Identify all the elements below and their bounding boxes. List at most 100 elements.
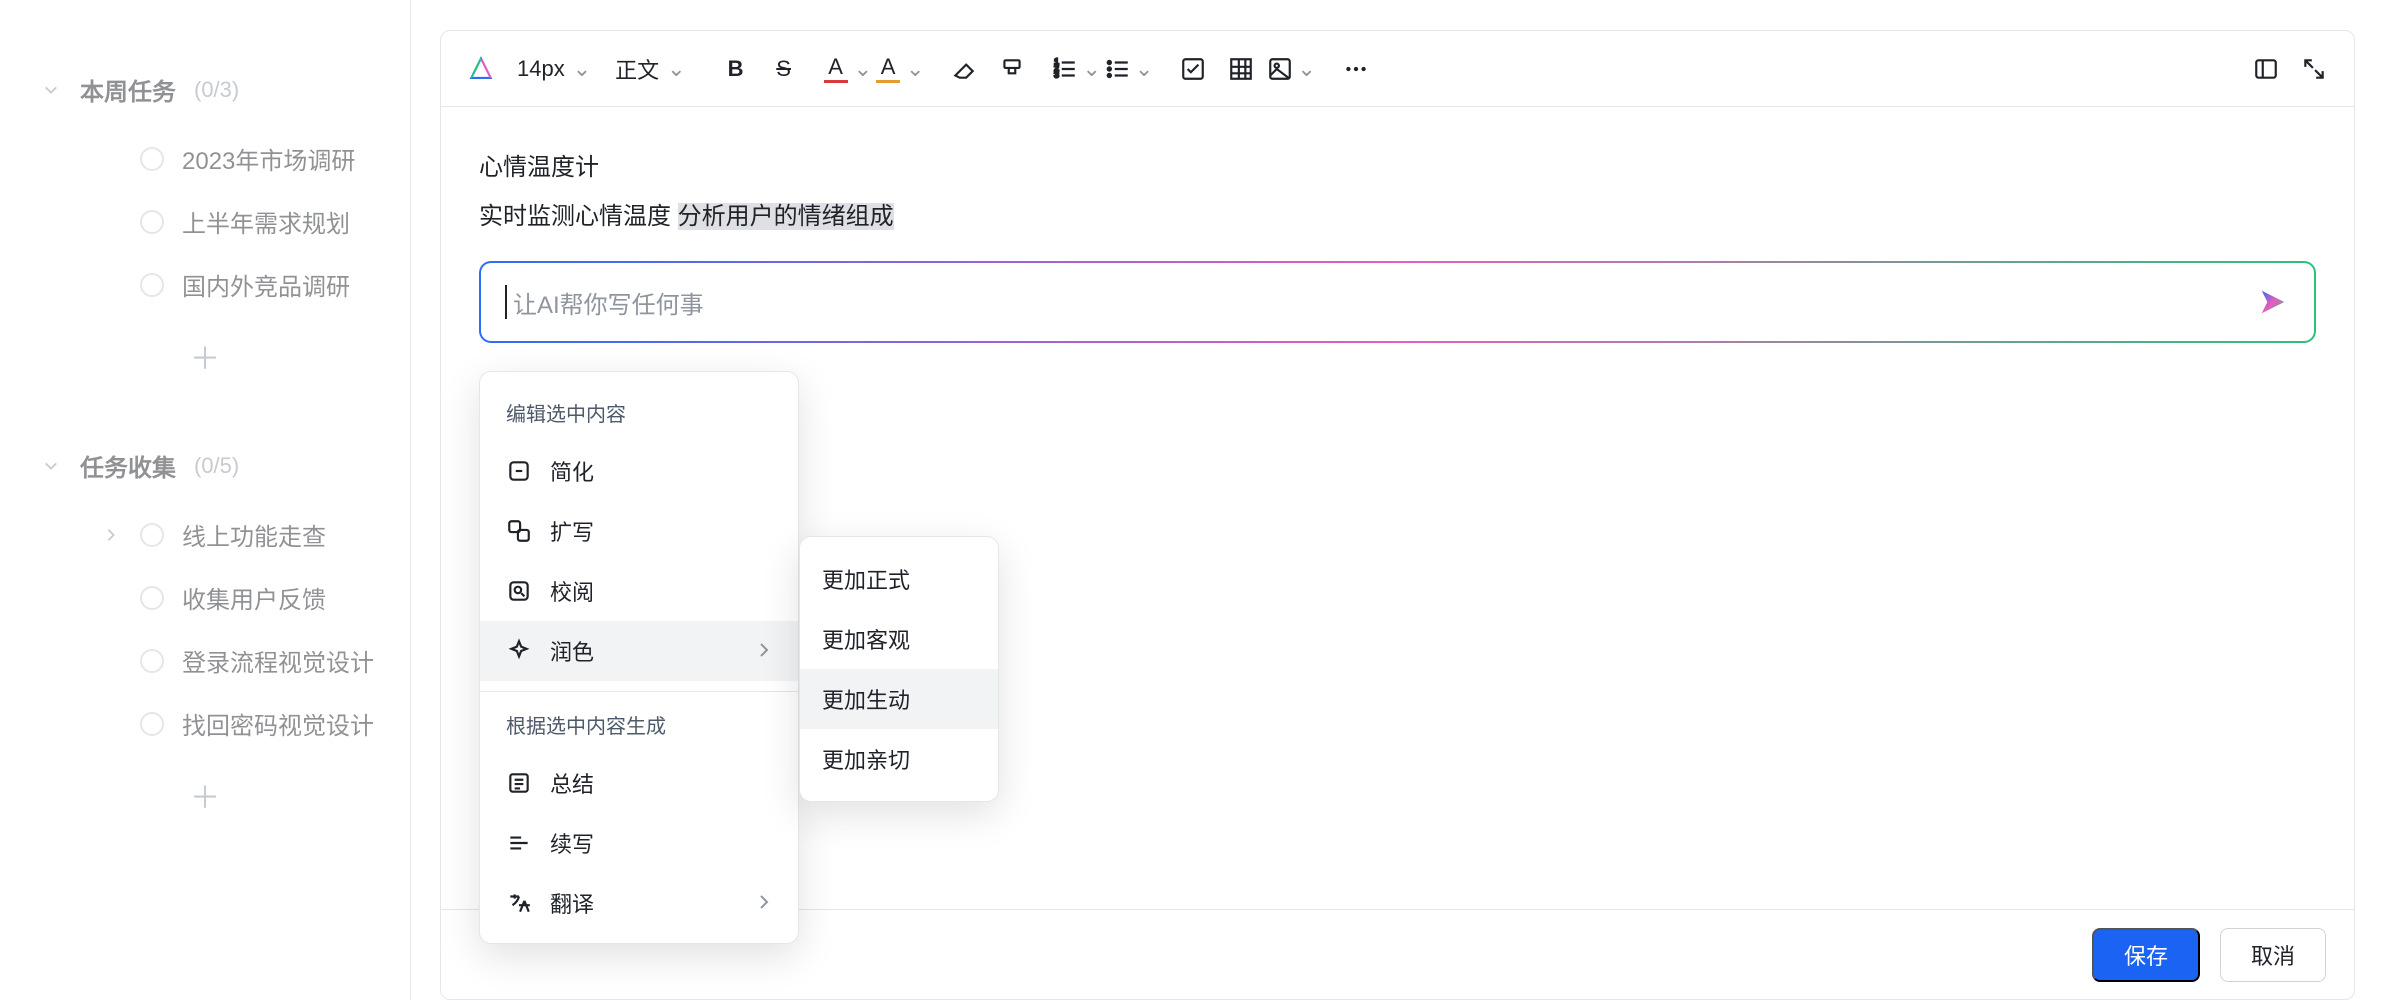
task-label: 上半年需求规划 xyxy=(182,204,350,239)
editor-area: 14px ⌄ 正文 ⌄ B S A ⌄ A ⌄ xyxy=(410,0,2400,1000)
save-button[interactable]: 保存 xyxy=(2092,928,2200,982)
fullscreen-button[interactable] xyxy=(2292,47,2336,91)
task-label: 找回密码视觉设计 xyxy=(182,706,374,741)
highlight-color-button[interactable]: A ⌄ xyxy=(876,47,924,91)
chevron-down-icon: ⌄ xyxy=(667,56,685,82)
ai-menu-simplify[interactable]: 简化 xyxy=(480,441,798,501)
editor-panel: 14px ⌄ 正文 ⌄ B S A ⌄ A ⌄ xyxy=(440,30,2355,1000)
menu-item-label: 润色 xyxy=(550,635,594,667)
sidebar-group-header[interactable]: 本周任务 (0/3) xyxy=(0,60,410,119)
ai-input-placeholder: 让AI帮你写任何事 xyxy=(513,285,2256,320)
format-painter-button[interactable] xyxy=(990,47,1034,91)
task-item[interactable]: 上半年需求规划 xyxy=(0,190,410,253)
caret-down-icon xyxy=(40,83,62,97)
chevron-down-icon: ⌄ xyxy=(573,56,591,82)
summarize-icon xyxy=(506,770,532,796)
checklist-button[interactable] xyxy=(1171,47,1215,91)
ai-menu-translate[interactable]: 翻译 xyxy=(480,873,798,933)
ai-logo-icon[interactable] xyxy=(459,47,503,91)
menu-item-label: 翻译 xyxy=(550,887,594,919)
radio-icon[interactable] xyxy=(140,586,164,610)
radio-icon[interactable] xyxy=(140,523,164,547)
task-item[interactable]: 收集用户反馈 xyxy=(0,566,410,629)
radio-icon[interactable] xyxy=(140,712,164,736)
paragraph-style-select[interactable]: 正文 ⌄ xyxy=(605,47,695,91)
menu-divider xyxy=(480,691,798,692)
task-item[interactable]: 线上功能走查 xyxy=(0,503,410,566)
chevron-down-icon: ⌄ xyxy=(1082,56,1100,82)
ai-submenu-polish: 更加正式 更加客观 更加生动 更加亲切 xyxy=(799,536,999,802)
menu-item-label: 续写 xyxy=(550,827,594,859)
task-item[interactable]: 国内外竞品调研 xyxy=(0,253,410,316)
submenu-item-label: 更加客观 xyxy=(822,628,910,653)
image-button[interactable]: ⌄ xyxy=(1267,47,1315,91)
ai-input-wrapper: 让AI帮你写任何事 编辑选中内容 简化 xyxy=(479,261,2316,343)
cancel-button[interactable]: 取消 xyxy=(2220,928,2326,982)
continue-icon xyxy=(506,830,532,856)
send-button[interactable] xyxy=(2256,285,2290,319)
font-size-select[interactable]: 14px ⌄ xyxy=(507,47,601,91)
paragraph-style-value: 正文 xyxy=(615,53,659,85)
strikethrough-button[interactable]: S xyxy=(762,47,806,91)
polish-icon xyxy=(506,638,532,664)
more-button[interactable] xyxy=(1334,47,1378,91)
task-label: 线上功能走查 xyxy=(182,517,326,552)
task-item[interactable]: 登录流程视觉设计 xyxy=(0,629,410,692)
document-body[interactable]: 心情温度计 实时监测心情温度 分析用户的情绪组成 让AI帮你写任何事 xyxy=(441,107,2354,909)
submenu-item-label: 更加正式 xyxy=(822,568,910,593)
submenu-item-label: 更加亲切 xyxy=(822,748,910,773)
sidebar-toggle-button[interactable] xyxy=(2244,47,2288,91)
caret-down-icon xyxy=(40,459,62,473)
group-count: (0/5) xyxy=(194,453,239,479)
sidebar-group-weekly: 本周任务 (0/3) 2023年市场调研 上半年需求规划 国内外竞品调研 ＋ xyxy=(0,60,410,396)
ai-menu-polish[interactable]: 润色 xyxy=(480,621,798,681)
font-size-value: 14px xyxy=(517,56,565,82)
chevron-right-icon[interactable] xyxy=(100,526,122,544)
group-title: 本周任务 xyxy=(80,72,176,107)
chevron-down-icon: ⌄ xyxy=(854,56,872,82)
task-item[interactable]: 2023年市场调研 xyxy=(0,127,410,190)
group-title: 任务收集 xyxy=(80,448,176,483)
add-task-button[interactable]: ＋ xyxy=(0,316,410,396)
menu-item-label: 校阅 xyxy=(550,575,594,607)
eraser-button[interactable] xyxy=(942,47,986,91)
proofread-icon xyxy=(506,578,532,604)
simplify-icon xyxy=(506,458,532,484)
chevron-down-icon: ⌄ xyxy=(1135,56,1153,82)
submenu-item-label: 更加生动 xyxy=(822,688,910,713)
radio-icon[interactable] xyxy=(140,649,164,673)
task-label: 收集用户反馈 xyxy=(182,580,326,615)
unordered-list-button[interactable]: ⌄ xyxy=(1105,47,1153,91)
toolbar: 14px ⌄ 正文 ⌄ B S A ⌄ A ⌄ xyxy=(441,31,2354,107)
ordered-list-button[interactable]: 123 ⌄ xyxy=(1052,47,1100,91)
chevron-down-icon: ⌄ xyxy=(906,56,924,82)
menu-item-label: 简化 xyxy=(550,455,594,487)
task-label: 国内外竞品调研 xyxy=(182,267,350,302)
ai-input[interactable]: 让AI帮你写任何事 xyxy=(479,261,2316,343)
sidebar-group-header[interactable]: 任务收集 (0/5) xyxy=(0,436,410,495)
radio-icon[interactable] xyxy=(140,147,164,171)
text-cursor xyxy=(505,285,507,319)
doc-text: 实时监测心情温度 xyxy=(479,203,678,230)
chevron-down-icon: ⌄ xyxy=(1297,56,1315,82)
submenu-item-formal[interactable]: 更加正式 xyxy=(800,549,998,609)
ai-menu-expand[interactable]: 扩写 xyxy=(480,501,798,561)
doc-text-selected: 分析用户的情绪组成 xyxy=(678,203,894,230)
radio-icon[interactable] xyxy=(140,210,164,234)
translate-icon xyxy=(506,890,532,916)
table-button[interactable] xyxy=(1219,47,1263,91)
add-task-button[interactable]: ＋ xyxy=(0,755,410,835)
bold-button[interactable]: B xyxy=(714,47,758,91)
task-item[interactable]: 找回密码视觉设计 xyxy=(0,692,410,755)
submenu-item-objective[interactable]: 更加客观 xyxy=(800,609,998,669)
submenu-item-friendly[interactable]: 更加亲切 xyxy=(800,729,998,789)
ai-menu-summarize[interactable]: 总结 xyxy=(480,753,798,813)
submenu-item-vivid[interactable]: 更加生动 xyxy=(800,669,998,729)
ai-menu-continue[interactable]: 续写 xyxy=(480,813,798,873)
ai-context-menu: 编辑选中内容 简化 扩写 校阅 xyxy=(479,371,799,944)
radio-icon[interactable] xyxy=(140,273,164,297)
ai-menu-proofread[interactable]: 校阅 xyxy=(480,561,798,621)
text-color-button[interactable]: A ⌄ xyxy=(824,47,872,91)
group-count: (0/3) xyxy=(194,77,239,103)
doc-line: 心情温度计 xyxy=(479,147,2316,182)
